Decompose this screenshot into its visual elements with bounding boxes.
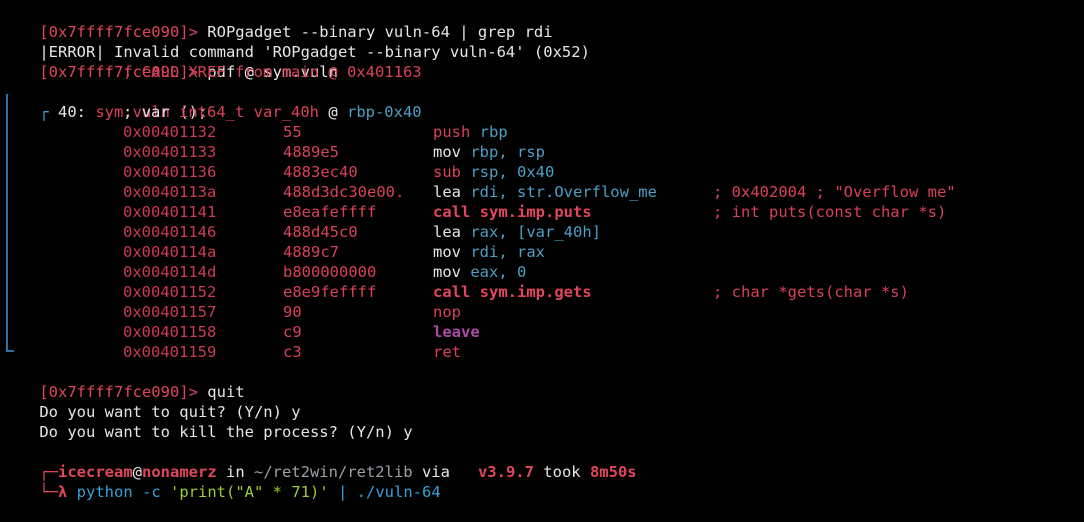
asm-comment: ; 0x402004 ; "Overflow me" — [713, 183, 956, 201]
asm-row: 0x00401152 e8e9feffff call sym.imp.gets … — [2, 282, 909, 302]
function-corner-glyph: ┌ — [39, 103, 49, 121]
terminal-line: [0x7ffff7fce090]> ROPgadget --binary vul… — [2, 2, 552, 41]
asm-opcode: mov — [433, 263, 461, 281]
asm-bytes: b800000000 — [283, 263, 377, 281]
asm-bytes: c3 — [283, 343, 302, 361]
asm-opcode: mov — [433, 243, 461, 261]
xref-text: ; CALL XREF from main @ 0x401163 — [123, 63, 422, 81]
prompt-corner-glyph: └─ — [39, 483, 58, 501]
asm-row: 0x0040114a 4889c7 mov rdi, rax — [2, 242, 545, 262]
terminal-line: |ERROR| Invalid command 'ROPgadget --bin… — [2, 22, 590, 61]
asm-address: 0x00401152 — [123, 283, 217, 301]
asm-comment: ; char *gets(char *s) — [713, 283, 909, 301]
asm-address: 0x00401136 — [123, 163, 217, 181]
command-duration: 8m50s — [589, 463, 637, 481]
var-type: int64_t var_40h — [179, 103, 319, 121]
asm-operands: rdi, rax — [461, 243, 545, 261]
xref-comment: ; CALL XREF from main @ 0x401163 — [2, 62, 422, 82]
asm-bytes: e8eafeffff — [283, 203, 377, 221]
function-header: ┌ 40: sym.vuln (); — [2, 82, 207, 121]
asm-row: 0x00401157 90 nop — [2, 302, 461, 322]
asm-address: 0x0040113a — [123, 183, 217, 201]
asm-opcode: sub — [433, 163, 461, 181]
asm-opcode: lea — [433, 223, 461, 241]
asm-operands: rbp, rsp — [461, 143, 545, 161]
shell-input-line[interactable]: └─λ python -c 'print("A" * 71)' | ./vuln… — [2, 462, 440, 501]
asm-address: 0x0040114a — [123, 243, 217, 261]
asm-bytes: c9 — [283, 323, 302, 341]
var-location: rbp-0x40 — [346, 103, 422, 121]
shell-pipe: | — [328, 483, 348, 501]
asm-row: 0x00401158 c9 leave — [2, 322, 480, 342]
asm-opcode: call sym.imp.gets — [433, 283, 592, 301]
prompt-took: took — [533, 463, 590, 481]
terminal-line: Do you want to kill the process? (Y/n) y — [2, 402, 412, 441]
lambda-icon: λ — [58, 483, 68, 501]
asm-row: 0x00401133 4889e5 mov rbp, rsp — [2, 142, 545, 162]
asm-row: 0x0040113a 488d3dc30e00. lea rdi, str.Ov… — [2, 182, 956, 202]
kill-confirm-text: Do you want to kill the process? (Y/n) y — [39, 423, 413, 441]
asm-operands: rdi, str.Overflow_me — [461, 183, 657, 201]
var-prefix: ; var — [123, 103, 179, 121]
asm-address: 0x00401132 — [123, 123, 217, 141]
asm-comment: ; int puts(const char *s) — [713, 203, 947, 221]
asm-operands: rax, [var_40h] — [461, 223, 601, 241]
asm-row: 0x0040114d b800000000 mov eax, 0 — [2, 262, 526, 282]
asm-address: 0x00401158 — [123, 323, 217, 341]
asm-bytes: 4889e5 — [283, 143, 339, 161]
asm-address: 0x00401133 — [123, 143, 217, 161]
asm-bytes: 4883ec40 — [283, 163, 358, 181]
terminal-line: Do you want to quit? (Y/n) y — [2, 382, 300, 421]
shell-string-arg: 'print("A" * 71)' — [160, 483, 329, 501]
asm-row: 0x00401141 e8eafeffff call sym.imp.puts … — [2, 202, 946, 222]
asm-operands: eax, 0 — [461, 263, 527, 281]
terminal-line: [0x7ffff7fce090]> quit — [2, 362, 244, 401]
terminal-window[interactable]: [0x7ffff7fce090]> ROPgadget --binary vul… — [0, 0, 1084, 501]
python-version: v3.9.7 — [459, 463, 534, 481]
asm-opcode: lea — [433, 183, 461, 201]
asm-opcode: ret — [433, 343, 461, 361]
asm-address: 0x00401159 — [123, 343, 217, 361]
asm-opcode: call sym.imp.puts — [433, 203, 592, 221]
asm-bytes: 55 — [283, 123, 302, 141]
asm-bytes: e8e9feffff — [283, 283, 377, 301]
asm-operands: rsp, 0x40 — [461, 163, 555, 181]
asm-address: 0x00401146 — [123, 223, 217, 241]
asm-opcode: mov — [433, 143, 461, 161]
shell-prompt-line: ┌─icecream@nonamerz in ~/ret2win/ret2lib… — [2, 442, 636, 481]
shell-command: python — [67, 483, 133, 501]
asm-address: 0x00401157 — [123, 303, 217, 321]
shell-target: ./vuln-64 — [347, 483, 441, 501]
asm-opcode: leave — [433, 323, 480, 341]
function-size: 40: — [48, 103, 96, 121]
asm-bytes: 488d45c0 — [283, 223, 358, 241]
terminal-line: [0x7ffff7fce090]> pdf @ sym.vuln — [2, 42, 338, 81]
asm-row: 0x00401159 c3 ret — [2, 342, 461, 362]
asm-bytes: 488d3dc30e00. — [283, 183, 405, 201]
asm-address: 0x00401141 — [123, 203, 217, 221]
var-at: @ — [318, 103, 347, 121]
asm-opcode: nop — [433, 303, 461, 321]
asm-bytes: 90 — [283, 303, 302, 321]
asm-bytes: 4889c7 — [283, 243, 339, 261]
asm-row: 0x00401136 4883ec40 sub rsp, 0x40 — [2, 162, 554, 182]
asm-row: 0x00401146 488d45c0 lea rax, [var_40h] — [2, 222, 601, 242]
asm-operands: rbp — [470, 123, 508, 141]
asm-opcode: push — [433, 123, 471, 141]
shell-flag: -c — [132, 483, 161, 501]
asm-address: 0x0040114d — [123, 263, 217, 281]
asm-row: 0x00401132 55 push rbp — [2, 122, 508, 142]
